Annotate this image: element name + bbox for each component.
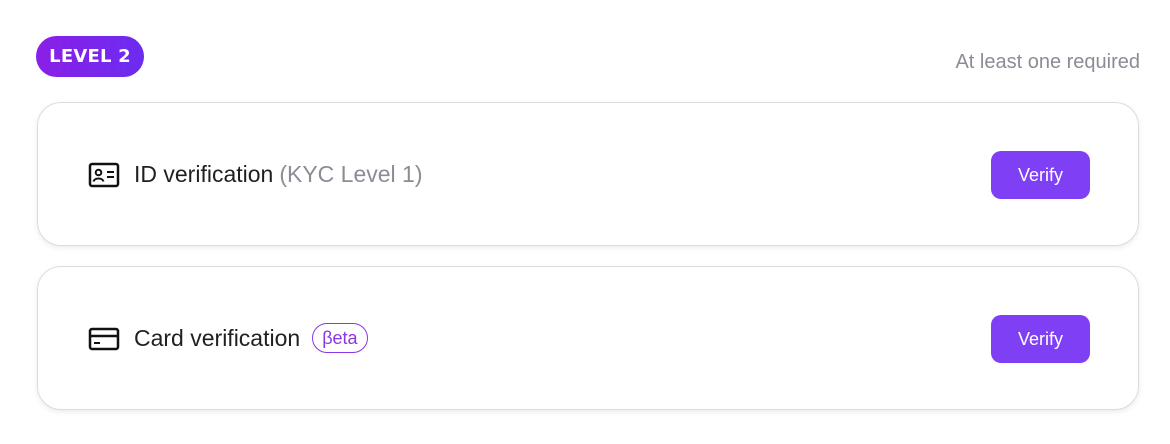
level-badge: LEVEL 2 [36,36,144,77]
requirement-note: At least one required [955,51,1140,73]
card-verification-title: Card verification βeta [134,322,368,354]
beta-badge: βeta [312,323,368,353]
credit-card-icon [88,326,120,352]
verify-card-button[interactable]: Verify [991,315,1090,363]
id-verification-label: ID verification [134,161,274,187]
id-verification-title: ID verification (KYC Level 1) [134,158,423,190]
id-card-icon [88,162,120,188]
kyc-level-label: (KYC Level 1) [279,161,423,187]
id-verification-card: ID verification (KYC Level 1) Verify [37,102,1139,246]
verify-id-button[interactable]: Verify [991,151,1090,199]
card-verification-card: Card verification βeta Verify [37,266,1139,410]
card-verification-label: Card verification [134,325,301,351]
